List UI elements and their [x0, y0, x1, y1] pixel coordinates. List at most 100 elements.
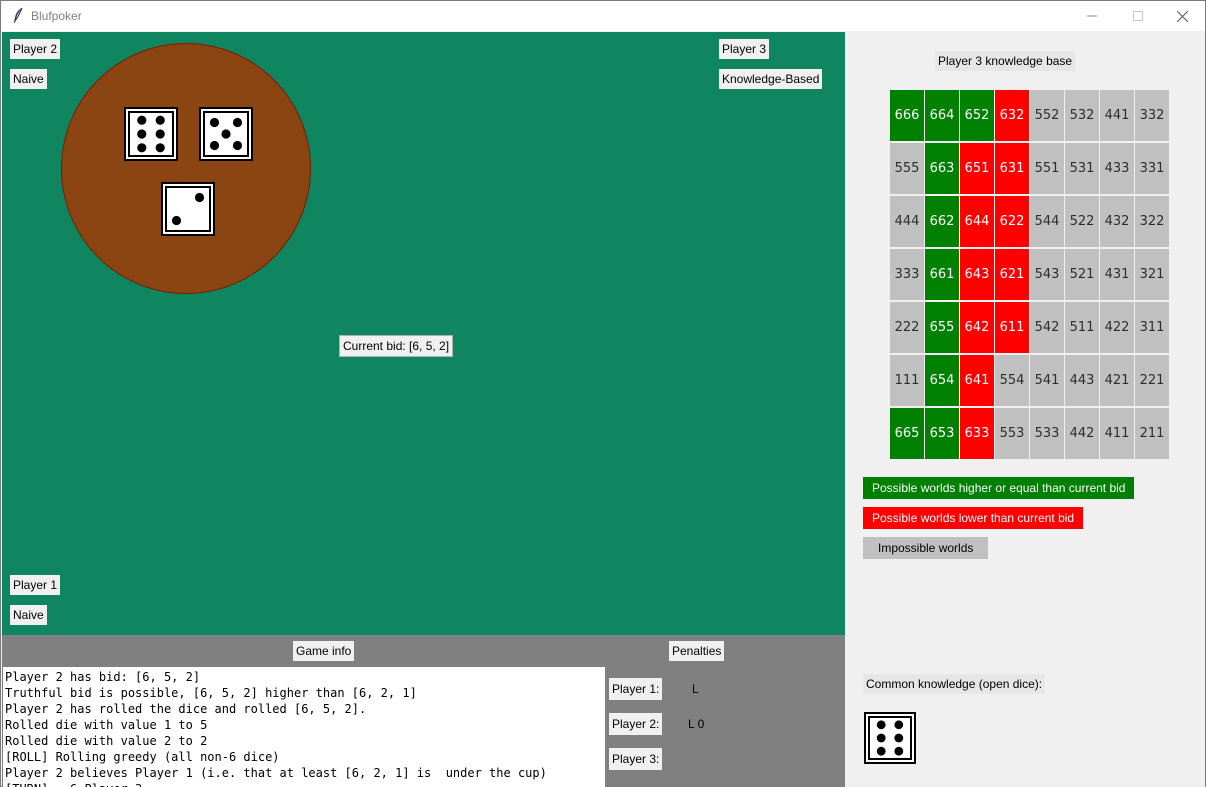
game-table: Player 2 Naive Player 3 Knowledge-Based …: [2, 32, 845, 635]
log-line: Player 2 believes Player 1 (i.e. that at…: [5, 766, 547, 780]
world-cell: 655: [925, 302, 959, 353]
die-pip: [137, 143, 147, 153]
world-cell: 411: [1100, 408, 1134, 459]
world-cell: 611: [995, 302, 1029, 353]
penalty-value-player2: L 0: [688, 717, 705, 731]
world-cell: 431: [1100, 249, 1134, 300]
world-cell: 642: [960, 302, 994, 353]
cup-die: [124, 107, 178, 161]
player3-name: Player 3: [719, 39, 770, 59]
penalty-label-player1: Player 1:: [609, 678, 663, 700]
penalty-label-player2: Player 2:: [609, 713, 663, 735]
world-cell: 333: [890, 249, 924, 300]
die-pip: [232, 140, 243, 151]
world-cell: 631: [995, 143, 1029, 194]
legend-higher: Possible worlds higher or equal than cur…: [863, 477, 1135, 499]
window-title: Blufpoker: [31, 9, 82, 23]
dice-cup[interactable]: [61, 43, 311, 294]
info-panel: Game info Player 2 has bid: [6, 5, 2] Tru…: [2, 635, 845, 787]
die-pip: [155, 129, 165, 139]
die-pip: [221, 129, 231, 139]
die-pip: [155, 115, 165, 125]
cup-die: [161, 182, 215, 236]
current-bid: Current bid: [6, 5, 2]: [339, 335, 454, 357]
world-cell: 555: [890, 143, 924, 194]
game-log[interactable]: Player 2 has bid: [6, 5, 2] Truthful bid …: [3, 667, 605, 787]
world-cell: 311: [1135, 302, 1169, 353]
world-cell: 632: [995, 90, 1029, 141]
open-die: [864, 712, 916, 764]
maximize-button[interactable]: [1115, 1, 1161, 31]
minimize-button[interactable]: [1069, 1, 1115, 31]
player1-type: Naive: [10, 605, 47, 625]
world-cell: 644: [960, 196, 994, 247]
die-pip: [894, 733, 904, 743]
world-cell: 551: [1030, 143, 1064, 194]
world-cell: 633: [960, 408, 994, 459]
log-line: [ROLL] Rolling greedy (all non-6 dice): [5, 750, 280, 764]
log-line: Rolled die with value 2 to 2: [5, 734, 208, 748]
world-cell: 421: [1100, 355, 1134, 406]
log-line: [TURN] - 6 Player 3: [5, 781, 603, 787]
minimize-icon: [1087, 15, 1097, 17]
world-cell: 442: [1065, 408, 1099, 459]
world-cell: 543: [1030, 249, 1064, 300]
die-pip: [155, 143, 165, 153]
die-pip: [876, 733, 886, 743]
world-cell: 652: [960, 90, 994, 141]
world-cell: 221: [1135, 355, 1169, 406]
penalty-value-player1: L: [692, 682, 699, 696]
knowledge-base-title: Player 3 knowledge base: [935, 51, 1076, 71]
maximize-icon: [1133, 11, 1143, 21]
common-knowledge-label: Common knowledge (open dice):: [863, 674, 1046, 694]
die-pip: [232, 117, 243, 128]
die-pip: [171, 215, 182, 226]
penalties-label: Penalties: [669, 641, 725, 661]
close-button[interactable]: [1159, 1, 1205, 31]
world-cell: 532: [1065, 90, 1099, 141]
log-line: Player 2 has rolled the dice and rolled …: [5, 702, 367, 716]
knowledge-panel: Player 3 knowledge base 666 664 652 632 552 5…: [845, 32, 1205, 787]
world-cell: 441: [1100, 90, 1134, 141]
world-cell: 531: [1065, 143, 1099, 194]
world-cell: 521: [1065, 249, 1099, 300]
world-cell: 643: [960, 249, 994, 300]
world-cell: 443: [1065, 355, 1099, 406]
log-line: Player 2 has bid: [6, 5, 2]: [5, 670, 201, 684]
world-cell: 522: [1065, 196, 1099, 247]
die-face-2-icon: [165, 186, 211, 232]
app-window: Blufpoker Player 2 Naive Player 3 Knowle…: [0, 0, 1206, 787]
world-cell: 211: [1135, 408, 1169, 459]
world-cell: 544: [1030, 196, 1064, 247]
world-cell: 662: [925, 196, 959, 247]
die-pip: [137, 115, 147, 125]
world-cell: 331: [1135, 143, 1169, 194]
world-cell: 511: [1065, 302, 1099, 353]
world-cell: 665: [890, 408, 924, 459]
world-cell: 444: [890, 196, 924, 247]
close-icon: [1176, 10, 1188, 22]
die-pip: [194, 192, 205, 203]
die-pip: [209, 117, 220, 128]
world-cell: 552: [1030, 90, 1064, 141]
die-face-6-icon: [128, 111, 174, 157]
world-cell: 541: [1030, 355, 1064, 406]
world-cell: 222: [890, 302, 924, 353]
world-cell: 322: [1135, 196, 1169, 247]
die-pip: [137, 129, 147, 139]
log-line: Rolled die with value 1 to 5: [5, 718, 208, 732]
die-pip: [894, 746, 904, 756]
world-cell: 111: [890, 355, 924, 406]
cup-die: [199, 107, 253, 161]
world-cell: 621: [995, 249, 1029, 300]
world-cell: 433: [1100, 143, 1134, 194]
penalty-label-player3: Player 3:: [609, 748, 663, 770]
world-cell: 553: [995, 408, 1029, 459]
title-bar: Blufpoker: [1, 1, 1205, 31]
world-cell: 321: [1135, 249, 1169, 300]
legend-lower: Possible worlds lower than current bid: [863, 507, 1084, 529]
world-cell: 641: [960, 355, 994, 406]
world-cell: 533: [1030, 408, 1064, 459]
die-pip: [209, 140, 220, 151]
world-cell: 666: [890, 90, 924, 141]
